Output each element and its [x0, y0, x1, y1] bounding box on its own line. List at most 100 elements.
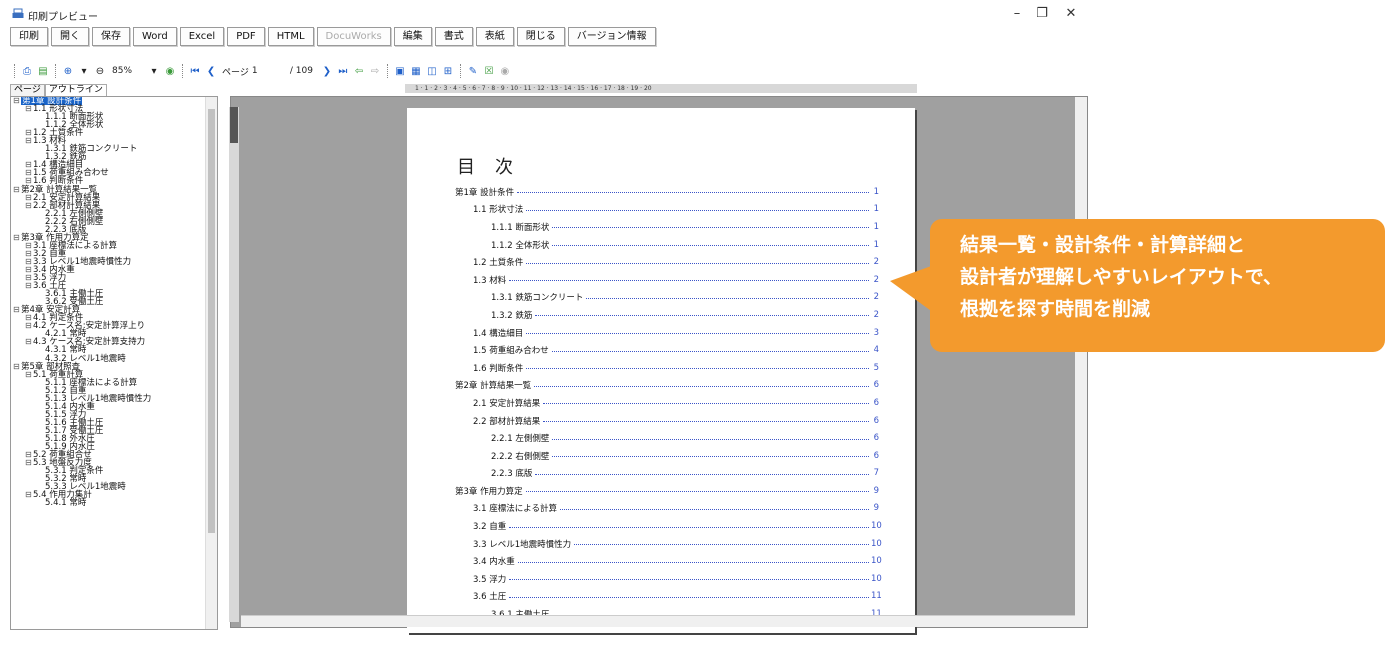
toc-leader-dots	[526, 209, 869, 211]
zoom-level[interactable]: 85%	[112, 66, 132, 76]
outline-tree: ⊟ 第1章 設計条件 ⊟ 1.1 形状寸法 1.1.1 断面形状 1.1.2 全体形状 ⊟ 1…	[13, 97, 151, 509]
toc-entry-page: 6	[873, 397, 879, 408]
toc-leader-dots	[509, 596, 869, 598]
toc-entry: 3.5 浮力 10	[455, 570, 882, 588]
maximize-button[interactable]: ❐	[1027, 6, 1057, 21]
toc-entry-page: 1	[873, 221, 879, 232]
forward-icon[interactable]: ⇨	[368, 64, 382, 78]
single-page-icon[interactable]: ▣	[393, 64, 407, 78]
print-button[interactable]: 印刷	[10, 27, 48, 46]
toc-leader-dots	[574, 544, 869, 546]
previous-page-icon[interactable]: ❮	[204, 64, 218, 78]
toc-entry-label: 2.2.1 左側側壁	[491, 432, 553, 445]
toc-entry: 3.4 内水重 10	[455, 552, 882, 570]
toc-leader-dots	[535, 315, 869, 317]
tree-toggle-icon[interactable]: ⊟	[13, 362, 21, 371]
toc-entry-label: 1.3.2 鉄筋	[491, 308, 536, 321]
tree-toggle-icon[interactable]: ⊟	[13, 185, 21, 194]
save-button[interactable]: 保存	[92, 27, 130, 46]
tree-toggle-icon[interactable]: ⊟	[13, 97, 21, 105]
excel-export-button[interactable]: Excel	[179, 27, 225, 46]
tree-toggle-icon[interactable]: ⊟	[25, 201, 33, 210]
toc-entry-label: 3.3 レベル1地震時慣性力	[473, 537, 575, 550]
zoom-out-icon[interactable]: ⊖	[93, 64, 107, 78]
zoom-dropdown-icon[interactable]: ▾	[77, 64, 91, 78]
toc-entry-page: 10	[871, 538, 882, 549]
toc-entry-label: 1.2 土質条件	[473, 256, 527, 269]
tab-outline[interactable]: アウトライン	[44, 84, 107, 96]
toc-entry-label: 3.1 座標法による計算	[473, 502, 560, 515]
outline-item[interactable]: 5.4.1 常時	[13, 498, 151, 509]
outline-tree-panel[interactable]: ⊟ 第1章 設計条件 ⊟ 1.1 形状寸法 1.1.1 断面形状 1.1.2 全体形状 ⊟ 1…	[10, 96, 218, 630]
print-icon[interactable]: ⎙	[20, 64, 34, 78]
preview-vertical-scrollbar[interactable]	[1075, 97, 1087, 627]
toc-leader-dots	[526, 333, 869, 335]
eye-icon[interactable]: ◉	[498, 64, 512, 78]
back-icon[interactable]: ⇦	[352, 64, 366, 78]
zoom-in-icon[interactable]: ⊕	[61, 64, 75, 78]
tree-toggle-icon[interactable]: ⊟	[25, 282, 33, 290]
close-preview-button[interactable]: 閉じる	[516, 27, 565, 46]
tree-toggle-icon[interactable]: ⊟	[25, 137, 33, 145]
two-page-icon[interactable]: ◫	[425, 64, 439, 78]
tree-toggle-icon[interactable]: ⊟	[25, 459, 33, 467]
title-bar: 印刷プレビュー – ❐ ✕	[0, 0, 1392, 28]
close-button[interactable]: ✕	[1056, 6, 1086, 21]
preview-area[interactable]: 目次 第1章 設計条件 1 1.1 形状寸法 1 1.1.1 断面形状 1 1.1.2 全体…	[230, 96, 1088, 633]
pdf-export-button[interactable]: PDF	[227, 27, 265, 46]
toc-entry-page: 6	[873, 433, 879, 444]
feature-callout: 結果一覧・設計条件・計算詳細と 設計者が理解しやすいレイアウトで、 根拠を探す時…	[930, 219, 1385, 352]
version-info-button[interactable]: バージョン情報	[567, 27, 656, 46]
tree-toggle-icon[interactable]: ⊟	[25, 370, 33, 379]
toc-leader-dots	[559, 508, 869, 510]
continuous-page-icon[interactable]: ▦	[409, 64, 423, 78]
tree-toggle-icon[interactable]: ⊟	[13, 233, 21, 242]
page-number-input[interactable]: 1	[252, 66, 290, 76]
zoom-select-arrow-icon[interactable]: ▾	[147, 64, 161, 78]
toc-leader-dots	[552, 456, 869, 458]
toc-entry: 1.3.1 鉄筋コンクリート 2	[455, 289, 879, 307]
toolbar-separator	[386, 64, 388, 78]
toc-entry-label: 1.6 判断条件	[473, 361, 527, 374]
html-export-button[interactable]: HTML	[267, 27, 314, 46]
toc-entry: 2.2 部材計算結果 6	[455, 412, 879, 430]
format-button[interactable]: 書式	[434, 27, 473, 46]
scrollbar-thumb[interactable]	[208, 109, 215, 533]
toc-entry: 1.5 荷重組み合わせ 4	[455, 341, 879, 359]
toc-entry-page: 10	[871, 556, 882, 567]
tree-toggle-icon[interactable]: ⊟	[25, 491, 33, 499]
toc-entry-label: 1.5 荷重組み合わせ	[473, 344, 552, 357]
open-button[interactable]: 開く	[51, 27, 89, 46]
toc-entry-page: 7	[873, 468, 879, 479]
toolbar-separator	[182, 64, 184, 78]
next-page-icon[interactable]: ❯	[320, 64, 334, 78]
cover-button[interactable]: 表紙	[475, 27, 514, 46]
toc-entry-label: 第3章 作用力算定	[455, 484, 526, 497]
outline-scrollbar[interactable]	[205, 97, 217, 629]
tree-toggle-icon[interactable]: ⊟	[25, 338, 33, 346]
toc-leader-dots	[586, 297, 869, 299]
multi-page-icon[interactable]: ⊞	[441, 64, 455, 78]
tree-toggle-icon[interactable]: ⊟	[25, 322, 33, 330]
edit-icon[interactable]: ✎	[466, 64, 480, 78]
toc-entry-page: 2	[873, 292, 879, 303]
tab-page[interactable]: ページ	[10, 84, 45, 96]
format-icon[interactable]: ☒	[482, 64, 496, 78]
tree-toggle-icon[interactable]: ⊟	[25, 104, 33, 113]
fit-page-icon[interactable]: ◉	[163, 64, 177, 78]
window-title: 印刷プレビュー	[28, 12, 98, 23]
page-label: ページ	[222, 67, 249, 78]
command-bar: 印刷 開く 保存 Word Excel PDF HTML DocuWorks 編…	[10, 27, 656, 47]
toc-entry: 1.6 判断条件 5	[455, 359, 879, 377]
outline-item-label: 5.4.1 常時	[45, 498, 87, 509]
docuworks-export-button[interactable]: DocuWorks	[316, 27, 391, 46]
word-export-button[interactable]: Word	[133, 27, 177, 46]
page-setup-icon[interactable]: ▤	[36, 64, 50, 78]
last-page-icon[interactable]: ⏭	[336, 64, 350, 78]
edit-button[interactable]: 編集	[393, 27, 432, 46]
toc-entry-page: 9	[873, 503, 879, 514]
first-page-icon[interactable]: ⏮	[188, 64, 202, 78]
tree-toggle-icon[interactable]: ⊟	[13, 306, 21, 314]
preview-horizontal-scrollbar[interactable]	[241, 615, 1075, 627]
toc-entry: 第2章 計算結果一覧 6	[455, 377, 879, 395]
